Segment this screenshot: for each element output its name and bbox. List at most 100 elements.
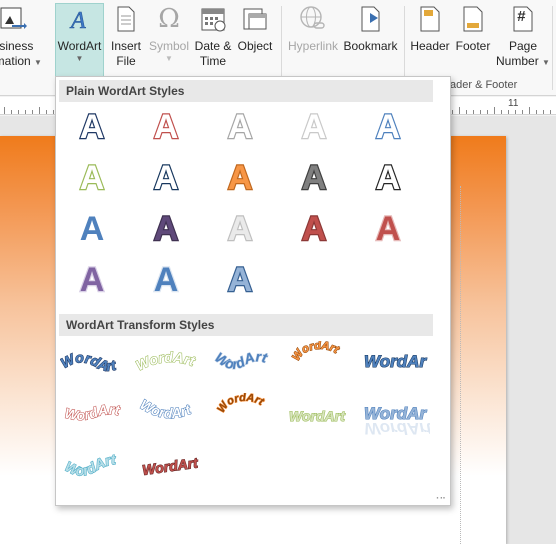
ruler-tick: [18, 110, 19, 114]
ruler-tick: [25, 110, 26, 114]
ruler-tick: [11, 110, 12, 114]
ruler-tick: [543, 110, 544, 114]
plain-wordart-style-8[interactable]: A: [214, 156, 266, 198]
ruler-tick: [536, 110, 537, 114]
plain-wordart-style-17[interactable]: A: [140, 258, 192, 300]
ruler-tick: [466, 110, 467, 114]
plain-wordart-style-1[interactable]: A: [66, 105, 118, 147]
transform-wordart-style-9[interactable]: WordArt: [285, 393, 355, 435]
header-icon: [415, 4, 445, 34]
wordart-button[interactable]: A WordArt ▼: [55, 3, 104, 77]
page-number-icon: #: [508, 4, 538, 34]
svg-text:A: A: [228, 210, 253, 248]
plain-wordart-style-3[interactable]: A: [214, 105, 266, 147]
plain-wordart-style-6[interactable]: A: [66, 156, 118, 198]
resize-grip-icon[interactable]: ⠠⠤: [433, 491, 446, 502]
transform-wordart-style-5[interactable]: WordArt: [357, 325, 430, 383]
chevron-down-icon: ▼: [75, 54, 84, 63]
plain-wordart-style-16[interactable]: A: [66, 258, 118, 300]
plain-wordart-styles-header: Plain WordArt Styles: [59, 80, 433, 102]
transform-wordart-style-4[interactable]: WordArt: [285, 339, 355, 383]
object-icon: [240, 4, 270, 34]
wordart-icon: A: [65, 4, 95, 34]
hyperlink-label: Hyperlink: [287, 39, 338, 53]
insert-file-label-2: File: [116, 54, 136, 68]
group-label-header-footer: ader & Footer: [450, 79, 518, 91]
transform-wordart-style-10[interactable]: WordArtWordArt: [357, 377, 433, 438]
svg-text:WordArt: WordArt: [364, 419, 430, 435]
globe-link-icon: [298, 4, 328, 34]
date-time-label-2: Time: [199, 54, 227, 68]
page-number-button[interactable]: # Page Number ▼: [495, 4, 551, 76]
plain-wordart-style-7[interactable]: A: [140, 156, 192, 198]
transform-wordart-style-12[interactable]: WordArt: [135, 445, 205, 487]
svg-text:WordArt: WordArt: [289, 408, 346, 424]
ruler-tick: [508, 110, 509, 114]
plain-wordart-style-15[interactable]: A: [362, 207, 414, 249]
svg-text:WordArt: WordArt: [141, 454, 200, 478]
plain-wordart-style-4[interactable]: A: [288, 105, 340, 147]
ruler-tick: [522, 110, 523, 114]
plain-wordart-style-2[interactable]: A: [140, 105, 192, 147]
business-information-button[interactable]: usiness ormation ▼: [0, 4, 44, 76]
transform-wordart-style-8[interactable]: WordArt: [210, 391, 280, 435]
page-number-label-1: Page: [508, 39, 538, 53]
svg-text:WordArt: WordArt: [360, 341, 427, 371]
ruler-tick: [39, 107, 40, 114]
svg-text:A: A: [154, 108, 179, 146]
bookmark-button[interactable]: Bookmark: [342, 4, 399, 76]
plain-wordart-style-9[interactable]: A: [288, 156, 340, 198]
bookmark-label: Bookmark: [343, 39, 398, 53]
svg-text:WordArt: WordArt: [290, 341, 342, 363]
date-time-button[interactable]: Date & Time: [193, 4, 233, 76]
plain-wordart-style-5[interactable]: A: [362, 105, 414, 147]
svg-text:WordArt: WordArt: [62, 451, 117, 479]
business-info-icon: [0, 4, 28, 34]
svg-text:A: A: [228, 261, 253, 299]
svg-text:WordArt: WordArt: [135, 349, 198, 374]
svg-text:WordArt: WordArt: [60, 349, 119, 374]
svg-text:A: A: [228, 108, 253, 146]
svg-text:A: A: [302, 108, 327, 146]
ribbon-separator: [552, 6, 553, 90]
hyperlink-button[interactable]: Hyperlink: [284, 4, 342, 76]
transform-wordart-style-11[interactable]: WordArt: [60, 445, 130, 487]
ruler-tick: [53, 110, 54, 114]
ruler-tick: [4, 107, 5, 114]
header-label: Header: [410, 39, 450, 53]
ruler-tick: [480, 110, 481, 114]
svg-text:A: A: [228, 159, 253, 197]
footer-icon: [458, 4, 488, 34]
omega-icon: Ω: [158, 3, 180, 34]
svg-text:A: A: [80, 261, 105, 299]
ruler-tick: [473, 110, 474, 114]
plain-wordart-style-12[interactable]: A: [140, 207, 192, 249]
symbol-button[interactable]: Ω Symbol ▼: [146, 4, 192, 76]
svg-text:A: A: [376, 159, 401, 197]
footer-button[interactable]: Footer: [453, 4, 493, 76]
plain-wordart-style-14[interactable]: A: [288, 207, 340, 249]
plain-wordart-style-10[interactable]: A: [362, 156, 414, 198]
wordart-label: WordArt: [57, 39, 102, 53]
margin-guide: [460, 186, 461, 544]
transform-wordart-style-3[interactable]: WordArt: [210, 341, 280, 383]
transform-wordart-style-2[interactable]: WordArt: [133, 341, 205, 383]
transform-wordart-style-1[interactable]: WordArt: [57, 341, 130, 383]
chevron-down-icon: ▼: [34, 58, 42, 67]
plain-wordart-style-18[interactable]: A: [214, 258, 266, 300]
transform-wordart-style-7[interactable]: WordArt: [135, 393, 205, 435]
svg-text:A: A: [80, 159, 105, 197]
svg-text:A: A: [376, 108, 401, 146]
ruler-number: 11: [508, 98, 519, 109]
header-button[interactable]: Header: [408, 4, 452, 76]
insert-file-button[interactable]: Insert File: [106, 4, 146, 76]
plain-wordart-style-13[interactable]: A: [214, 207, 266, 249]
insert-file-icon: [111, 4, 141, 34]
ruler-tick: [515, 110, 516, 114]
object-button[interactable]: Object: [235, 4, 275, 76]
symbol-label: Symbol: [148, 39, 189, 53]
plain-wordart-style-11[interactable]: A: [66, 207, 118, 249]
ruler-tick: [452, 110, 453, 114]
svg-text:WordArt: WordArt: [360, 393, 427, 423]
transform-wordart-style-6[interactable]: WordArt: [60, 393, 130, 435]
